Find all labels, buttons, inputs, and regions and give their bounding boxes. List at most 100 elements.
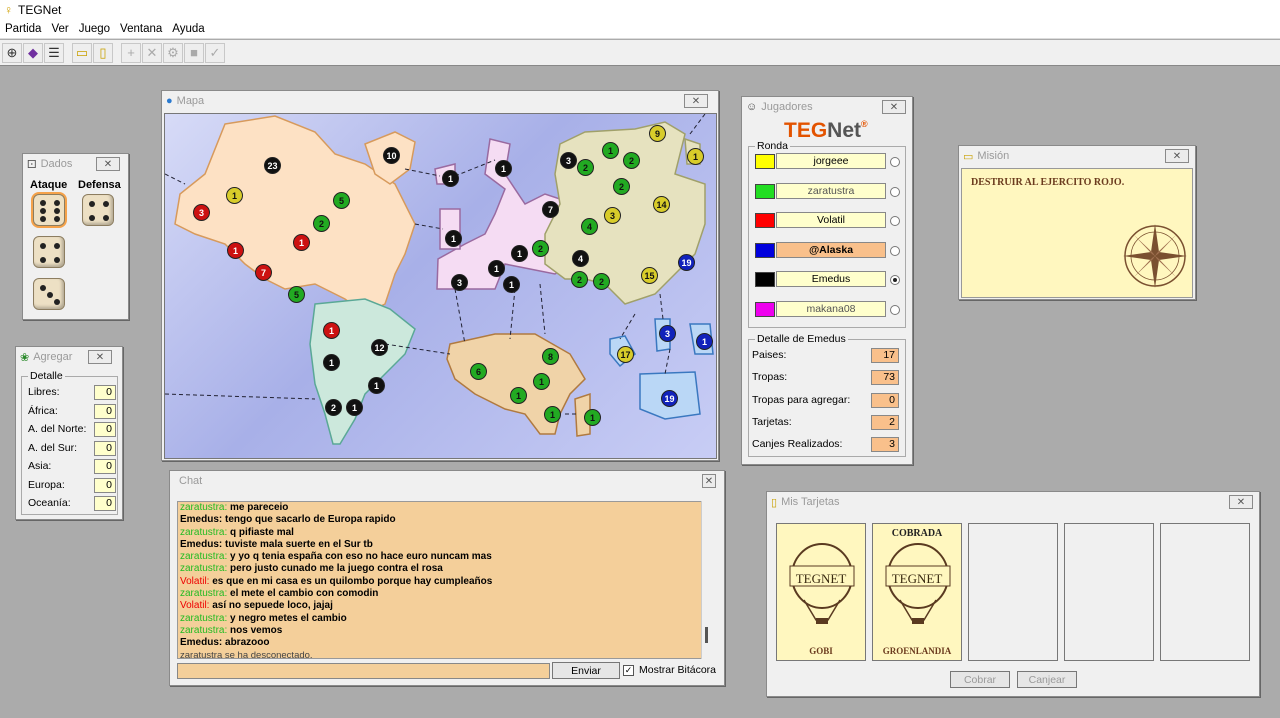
country-card[interactable]: COBRADA TEGNET GROENLANDIA <box>872 523 962 661</box>
army-marker[interactable]: 2 <box>623 152 640 169</box>
chat-titlebar[interactable]: Chat <box>170 471 724 491</box>
attack-button[interactable]: ✕ <box>142 42 162 63</box>
army-marker[interactable]: 1 <box>226 187 243 204</box>
army-marker[interactable]: 6 <box>470 363 487 380</box>
army-marker[interactable]: 1 <box>323 322 340 339</box>
mapa-titlebar[interactable]: ● Mapa <box>162 91 718 111</box>
world-map[interactable]: 23 10 1 3 5 2 1 1 7 5 1 12 1 1 2 1 1 1 7 1 1 1 2 3 1 3 2 1 2 9 1 2 3 14 4 4… <box>164 113 717 459</box>
army-marker[interactable]: 1 <box>323 354 340 371</box>
dados-close-button[interactable]: ✕ <box>96 157 120 171</box>
mision-titlebar[interactable]: ▭ Misión <box>959 146 1195 166</box>
chat-window: Chat ✕ zaratustra: me pareceio Emedus: te… <box>169 470 725 686</box>
army-marker[interactable]: 1 <box>696 333 713 350</box>
chat-close-button[interactable]: ✕ <box>702 474 716 488</box>
army-marker[interactable]: 1 <box>368 377 385 394</box>
army-marker[interactable]: 2 <box>593 273 610 290</box>
player-select-radio[interactable] <box>890 157 900 167</box>
country-card[interactable]: TEGNET GOBI <box>776 523 866 661</box>
army-marker[interactable]: 5 <box>288 286 305 303</box>
army-marker[interactable]: 15 <box>641 267 658 284</box>
take-card-button[interactable]: ■ <box>184 42 204 63</box>
menu-partida[interactable]: Partida <box>5 23 41 35</box>
start-button[interactable]: ◆ <box>23 42 43 63</box>
army-marker[interactable]: 14 <box>653 196 670 213</box>
army-marker[interactable]: 1 <box>584 409 601 426</box>
chat-scroll-thumb[interactable] <box>705 627 708 643</box>
player-select-radio[interactable] <box>890 245 900 256</box>
army-marker[interactable]: 19 <box>661 390 678 407</box>
army-marker[interactable]: 1 <box>511 245 528 262</box>
army-marker[interactable]: 1 <box>602 142 619 159</box>
player-select-radio[interactable] <box>890 186 900 197</box>
die-pip <box>54 200 60 206</box>
army-marker[interactable]: 2 <box>532 240 549 257</box>
mision-close-button[interactable]: ✕ <box>1165 149 1189 163</box>
army-marker[interactable]: 9 <box>649 125 666 142</box>
player-select-radio[interactable] <box>890 304 900 315</box>
mostrar-bitacora-checkbox[interactable]: ✓ <box>623 665 634 676</box>
menu-ventana[interactable]: Ventana <box>120 23 162 35</box>
army-marker[interactable]: 2 <box>577 159 594 176</box>
end-turn-button[interactable]: ✓ <box>205 42 225 63</box>
army-marker[interactable]: 1 <box>445 230 462 247</box>
army-marker[interactable]: 3 <box>560 152 577 169</box>
jugadores-close-button[interactable]: ✕ <box>882 100 906 114</box>
army-marker[interactable]: 3 <box>604 207 621 224</box>
continent-south-america[interactable] <box>309 298 416 445</box>
tarjetas-titlebar[interactable]: ▯ Mis Tarjetas <box>767 492 1259 512</box>
army-marker[interactable]: 2 <box>613 178 630 195</box>
army-marker[interactable]: 4 <box>572 250 589 267</box>
army-marker[interactable]: 2 <box>325 399 342 416</box>
mission-button[interactable]: ▭ <box>72 42 92 63</box>
mapa-close-button[interactable]: ✕ <box>684 94 708 108</box>
army-marker[interactable]: 23 <box>264 157 281 174</box>
agregar-row-value: 0 <box>94 459 116 474</box>
list-button[interactable]: ☰ <box>44 42 64 63</box>
chat-log[interactable]: zaratustra: me pareceio Emedus: tengo que… <box>177 501 712 659</box>
army-marker[interactable]: 1 <box>687 148 704 165</box>
canjear-button[interactable]: Canjear <box>1017 671 1077 688</box>
player-select-radio[interactable] <box>890 275 900 285</box>
army-marker[interactable]: 1 <box>227 242 244 259</box>
enviar-button[interactable]: Enviar <box>552 662 620 679</box>
agregar-row-label: África: <box>28 404 58 417</box>
connect-button[interactable]: ⊕ <box>2 42 22 63</box>
cards-button[interactable]: ▯ <box>93 42 113 63</box>
menu-juego[interactable]: Juego <box>79 23 110 35</box>
continent-asia[interactable] <box>544 121 706 305</box>
army-marker[interactable]: 2 <box>571 271 588 288</box>
army-marker[interactable]: 1 <box>533 373 550 390</box>
army-marker[interactable]: 1 <box>346 399 363 416</box>
army-marker[interactable]: 1 <box>510 387 527 404</box>
army-marker[interactable]: 1 <box>495 160 512 177</box>
army-marker[interactable]: 4 <box>581 218 598 235</box>
tarjetas-close-button[interactable]: ✕ <box>1229 495 1253 509</box>
continent-africa[interactable] <box>446 333 586 435</box>
add-army-button[interactable]: + <box>121 42 141 63</box>
army-marker[interactable]: 1 <box>544 406 561 423</box>
army-marker[interactable]: 7 <box>542 201 559 218</box>
army-marker[interactable]: 10 <box>383 147 400 164</box>
army-marker[interactable]: 1 <box>488 260 505 277</box>
chat-message-input[interactable] <box>177 663 550 679</box>
army-marker[interactable]: 7 <box>255 264 272 281</box>
menu-ayuda[interactable]: Ayuda <box>172 23 204 35</box>
army-marker[interactable]: 3 <box>659 325 676 342</box>
chat-scrollbar[interactable] <box>701 501 712 659</box>
army-marker[interactable]: 12 <box>371 339 388 356</box>
regroup-button[interactable]: ⚙ <box>163 42 183 63</box>
army-marker[interactable]: 1 <box>442 170 459 187</box>
agregar-close-button[interactable]: ✕ <box>88 350 112 364</box>
cobrar-button[interactable]: Cobrar <box>950 671 1010 688</box>
army-marker[interactable]: 19 <box>678 254 695 271</box>
army-marker[interactable]: 5 <box>333 192 350 209</box>
army-marker[interactable]: 3 <box>193 204 210 221</box>
army-marker[interactable]: 8 <box>542 348 559 365</box>
menu-ver[interactable]: Ver <box>51 23 68 35</box>
player-select-radio[interactable] <box>890 216 900 226</box>
army-marker[interactable]: 1 <box>503 276 520 293</box>
army-marker[interactable]: 2 <box>313 215 330 232</box>
army-marker[interactable]: 3 <box>451 274 468 291</box>
army-marker[interactable]: 1 <box>293 234 310 251</box>
army-marker[interactable]: 17 <box>617 346 634 363</box>
